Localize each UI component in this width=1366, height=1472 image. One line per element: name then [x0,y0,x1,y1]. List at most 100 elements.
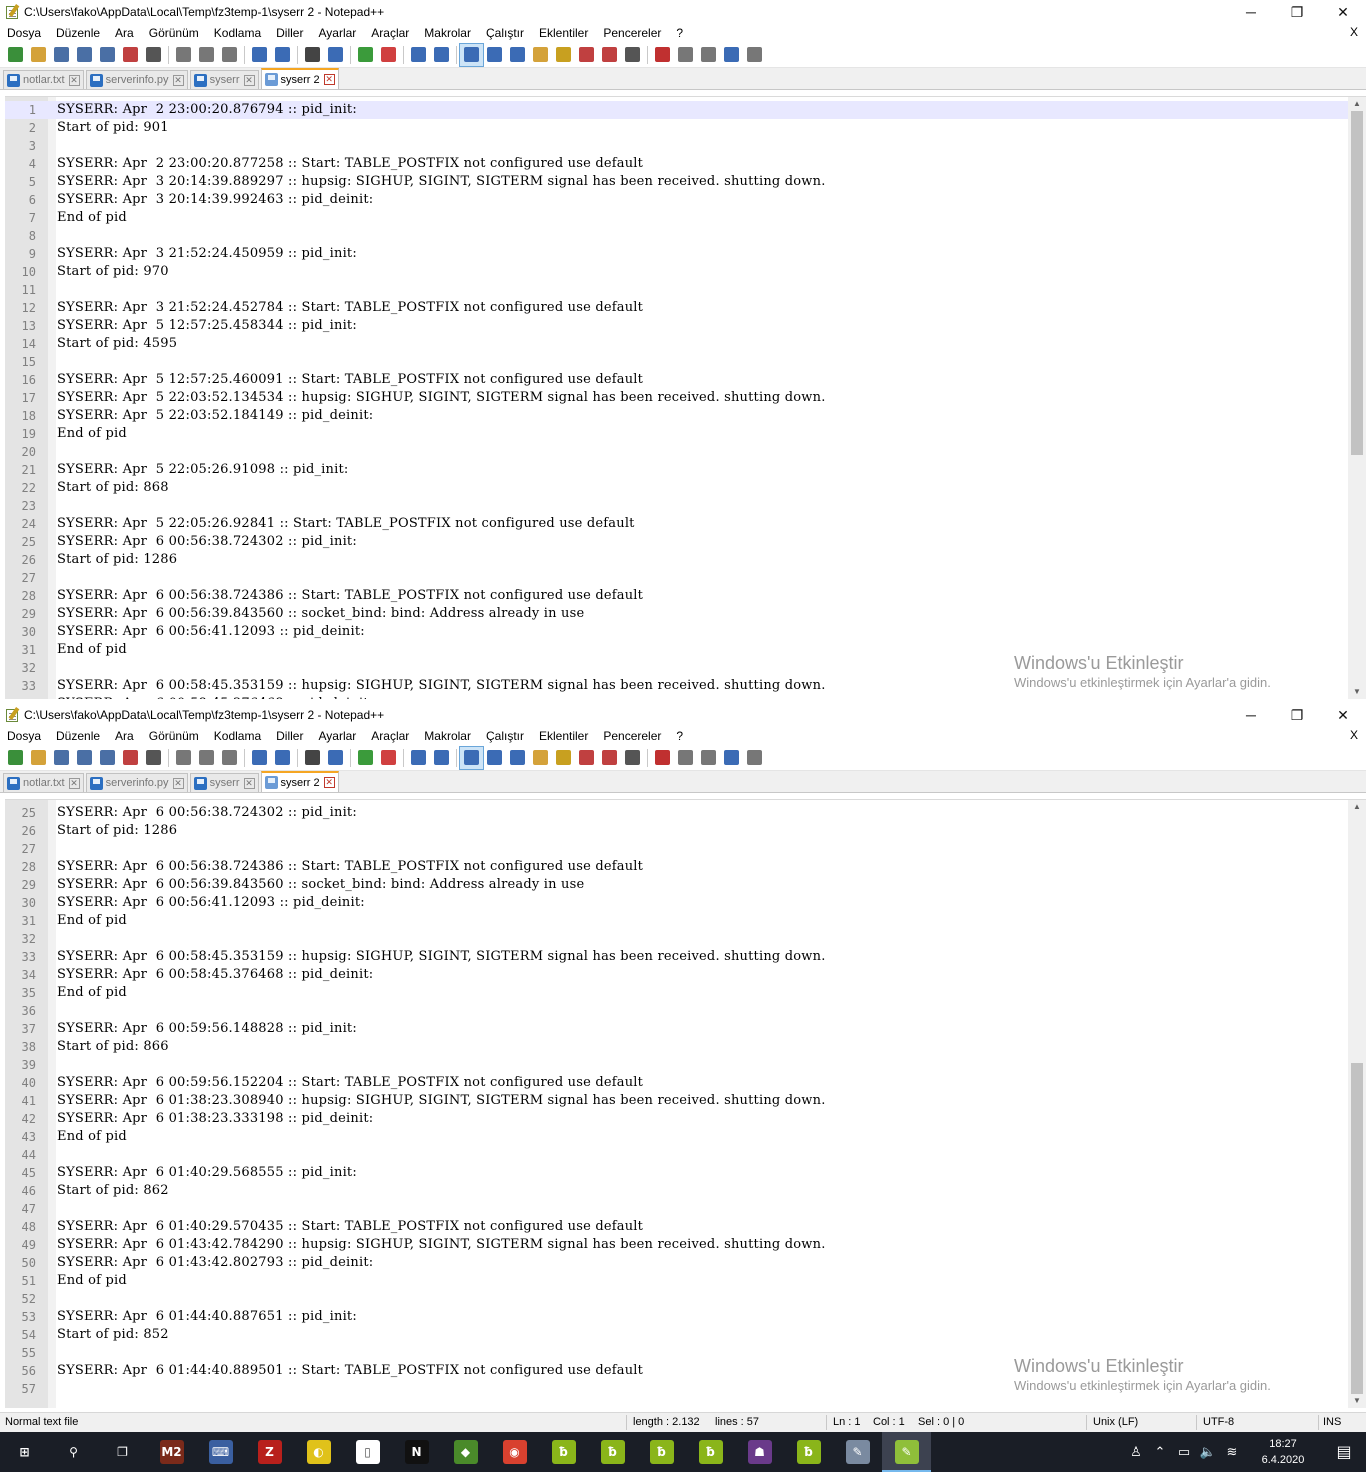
line-text[interactable]: SYSERR: Apr 6 00:58:45.353159 :: hupsig:… [57,677,826,695]
scroll-up-arrow[interactable]: ▲ [1348,800,1366,814]
status-encoding[interactable]: UTF-8 [1203,1416,1234,1428]
search-task[interactable]: ⚲ [49,1432,98,1472]
text-area[interactable]: 1 SYSERR: Apr 2 23:00:20.876794 :: pid_in… [5,101,1348,699]
line-text[interactable]: SYSERR: Apr 2 23:00:20.877258 :: Start: … [57,155,643,173]
code-line[interactable]: 39 [5,1056,1348,1074]
code-line[interactable]: 51 End of pid [5,1272,1348,1290]
game-app-task[interactable]: ☗ [735,1432,784,1472]
code-line[interactable]: 34 SYSERR: Apr 6 00:58:45.376468 :: pid_d… [5,695,1348,699]
code-line[interactable]: 4 SYSERR: Apr 2 23:00:20.877258 :: Start:… [5,155,1348,173]
toolbar-button[interactable] [218,44,241,66]
notification-center-icon[interactable]: ▤ [1322,1442,1366,1462]
wifi-icon[interactable]: ≋ [1220,1444,1244,1460]
code-line[interactable]: 54 Start of pid: 852 [5,1326,1348,1344]
toolbar-button[interactable] [651,44,674,66]
toolbar-button[interactable] [720,44,743,66]
tab-close-icon[interactable]: ✕ [68,777,80,789]
bot-app-task[interactable]: ƀ [588,1432,637,1472]
toolbar-button[interactable] [73,44,96,66]
code-line[interactable]: 30 SYSERR: Apr 6 00:56:41.12093 :: pid_de… [5,894,1348,912]
line-text[interactable]: SYSERR: Apr 5 22:03:52.134534 :: hupsig:… [57,389,826,407]
code-line[interactable]: 12 SYSERR: Apr 3 21:52:24.452784 :: Start… [5,299,1348,317]
line-text[interactable]: SYSERR: Apr 6 01:44:40.887651 :: pid_ini… [57,1308,357,1326]
minimize-button[interactable]: ─ [1228,703,1274,727]
tab-close-icon[interactable]: ✕ [323,74,335,85]
scroll-down-arrow[interactable]: ▼ [1348,685,1366,699]
line-text[interactable]: Start of pid: 901 [57,119,169,137]
code-line[interactable]: 31 End of pid [5,641,1348,659]
tab-syserr-2[interactable]: syserr 2 ✕ [260,68,339,89]
menu-item[interactable]: Makrolar [417,729,479,743]
code-line[interactable]: 11 [5,281,1348,299]
code-line[interactable]: 48 SYSERR: Apr 6 01:40:29.570435 :: Start… [5,1218,1348,1236]
line-text[interactable]: SYSERR: Apr 6 00:56:38.724302 :: pid_ini… [57,804,357,822]
editor-pane-bottom[interactable]: 25 SYSERR: Apr 6 00:56:38.724302 :: pid_i… [5,799,1366,1408]
code-line[interactable]: 55 [5,1344,1348,1362]
line-text[interactable]: SYSERR: Apr 6 00:56:41.12093 :: pid_dein… [57,894,365,912]
line-text[interactable]: SYSERR: Apr 6 00:58:45.353159 :: hupsig:… [57,948,826,966]
toolbar-button[interactable] [4,747,27,769]
code-line[interactable]: 32 [5,930,1348,948]
tab-close-icon[interactable]: ✕ [172,777,184,789]
toolbar-button[interactable] [96,747,119,769]
code-line[interactable]: 27 [5,569,1348,587]
line-text[interactable]: SYSERR: Apr 6 01:44:40.889501 :: Start: … [57,1362,643,1380]
line-text[interactable]: Start of pid: 866 [57,1038,169,1056]
line-text[interactable]: SYSERR: Apr 6 01:43:42.802793 :: pid_dei… [57,1254,373,1272]
code-line[interactable]: 40 SYSERR: Apr 6 00:59:56.152204 :: Start… [5,1074,1348,1092]
toolbar-button[interactable] [119,747,142,769]
code-line[interactable]: 21 SYSERR: Apr 5 22:05:26.91098 :: pid_in… [5,461,1348,479]
line-text[interactable]: End of pid [57,425,127,443]
toolbar-button[interactable] [301,44,324,66]
line-text[interactable]: End of pid [57,984,127,1002]
toolbar-button[interactable] [271,747,294,769]
toolbar-button[interactable] [96,44,119,66]
status-eol[interactable]: Unix (LF) [1093,1416,1138,1428]
menu-item[interactable]: ? [669,729,691,743]
tab-close-icon[interactable]: ✕ [243,74,255,86]
code-line[interactable]: 30 SYSERR: Apr 6 00:56:41.12093 :: pid_de… [5,623,1348,641]
code-line[interactable]: 23 [5,497,1348,515]
line-text[interactable]: End of pid [57,912,127,930]
code-line[interactable]: 56 SYSERR: Apr 6 01:44:40.889501 :: Start… [5,1362,1348,1380]
battery-icon[interactable]: ▭ [1172,1444,1196,1460]
line-text[interactable]: Start of pid: 970 [57,263,169,281]
menu-item[interactable]: Ayarlar [311,26,364,40]
code-line[interactable]: 33 SYSERR: Apr 6 00:58:45.353159 :: hupsi… [5,948,1348,966]
code-line[interactable]: 26 Start of pid: 1286 [5,551,1348,569]
line-text[interactable]: SYSERR: Apr 6 00:59:56.148828 :: pid_ini… [57,1020,357,1038]
tab-syserr[interactable]: syserr ✕ [189,773,259,792]
code-line[interactable]: 38 Start of pid: 866 [5,1038,1348,1056]
toolbar-button[interactable] [407,747,430,769]
code-line[interactable]: 24 SYSERR: Apr 5 22:05:26.92841 :: Start:… [5,515,1348,533]
tab-serverinfo-py[interactable]: serverinfo.py ✕ [85,70,188,89]
toolbar-button[interactable] [552,747,575,769]
vertical-scrollbar[interactable]: ▲ ▼ [1348,97,1366,699]
code-line[interactable]: 13 SYSERR: Apr 5 12:57:25.458344 :: pid_i… [5,317,1348,335]
volume-icon[interactable]: 🔈 [1196,1444,1220,1460]
line-text[interactable]: SYSERR: Apr 6 00:58:45.376468 :: pid_dei… [57,966,373,984]
tab-syserr-2[interactable]: syserr 2 ✕ [260,771,339,792]
chrome-task[interactable]: ◉ [490,1432,539,1472]
toolbar-button[interactable] [430,44,453,66]
line-text[interactable]: SYSERR: Apr 6 00:56:39.843560 :: socket_… [57,605,584,623]
close-document-button[interactable]: X [1350,25,1358,39]
restore-button[interactable]: ❐ [1274,703,1320,727]
toolbar-button[interactable] [377,44,400,66]
code-line[interactable]: 28 SYSERR: Apr 6 00:56:38.724386 :: Start… [5,858,1348,876]
menu-item[interactable]: Ayarlar [311,729,364,743]
toolbar-button[interactable] [575,44,598,66]
menu-item[interactable]: Pencereler [596,26,669,40]
toolbar-button[interactable] [248,747,271,769]
code-line[interactable]: 45 SYSERR: Apr 6 01:40:29.568555 :: pid_i… [5,1164,1348,1182]
toolbar-button[interactable] [697,747,720,769]
menu-item[interactable]: Araçlar [364,26,417,40]
line-text[interactable]: SYSERR: Apr 5 22:05:26.91098 :: pid_init… [57,461,348,479]
code-line[interactable]: 50 SYSERR: Apr 6 01:43:42.802793 :: pid_d… [5,1254,1348,1272]
code-line[interactable]: 5 SYSERR: Apr 3 20:14:39.889297 :: hupsig… [5,173,1348,191]
code-line[interactable]: 27 [5,840,1348,858]
code-line[interactable]: 9 SYSERR: Apr 3 21:52:24.450959 :: pid_in… [5,245,1348,263]
line-text[interactable]: End of pid [57,1272,127,1290]
filezilla-task[interactable]: Z [245,1432,294,1472]
restore-button[interactable]: ❐ [1274,0,1320,24]
